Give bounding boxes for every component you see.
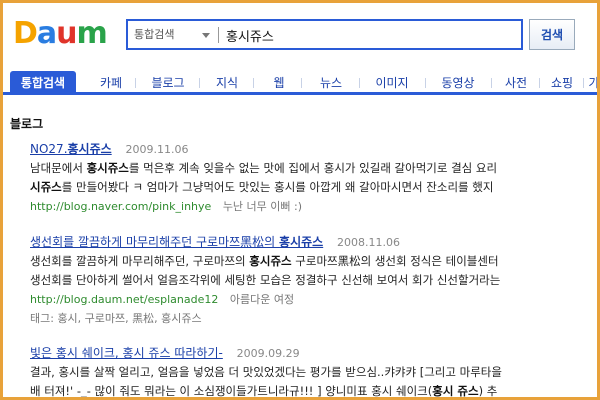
result-snippet-line: 생선회를 깔끔하게 마무리해주던, 구로마쯔의 홍시쥬스 구로마쯔黑松의 생선회… (30, 254, 499, 268)
result-author[interactable]: 아름다운 여정 (230, 293, 294, 306)
result-date: 2009.09.29 (236, 347, 300, 360)
tab-blog[interactable]: 블로그 (143, 71, 193, 95)
logo-letter-u: u (56, 16, 77, 51)
tab-divider (301, 78, 302, 88)
result-title-link[interactable]: 생선회를 깔끔하게 마무리해주던 구로마쯔黑松의 홍시쥬스 (30, 235, 323, 249)
result-snippet-line: 배 터져!' -_- 많이 줘도 뭐라는 이 소심쟁이들가트니라규!!! ] 양… (30, 384, 498, 397)
result-source: http://blog.naver.com/pink_inhye 누난 너무 이… (30, 197, 597, 216)
page-frame: Daum 통합검색 검색 통합검색 카페 블로그 지식 웹 뉴스 이미지 동영상… (3, 3, 597, 397)
tab-divider (135, 78, 136, 88)
tab-knowledge[interactable]: 지식 (209, 71, 245, 95)
tab-shopping[interactable]: 쇼핑 (545, 71, 579, 95)
tab-divider (539, 78, 540, 88)
result-item: NO27.홍시쥬스 2009.11.06 남대문에서 홍시쥬스를 먹은후 계속 … (30, 140, 597, 216)
result-snippet-line: 남대문에서 홍시쥬스를 먹은후 계속 잊을수 없는 맛에 집에서 홍시가 있길래… (30, 161, 498, 175)
tab-web[interactable]: 웹 (265, 71, 293, 95)
result-title-link[interactable]: NO27.홍시쥬스 (30, 142, 112, 156)
logo-letter-a: a (36, 16, 57, 51)
tab-cafe[interactable]: 카페 (91, 71, 131, 95)
search-scope-select[interactable]: 통합검색 (134, 26, 216, 44)
result-source: http://blog.daum.net/esplanade12 아름다운 여정 (30, 290, 597, 309)
search-input[interactable] (226, 25, 516, 45)
tab-more[interactable]: 가 (587, 71, 597, 95)
tab-dictionary[interactable]: 사전 (499, 71, 533, 95)
section-title-blog: 블로그 (10, 117, 44, 131)
result-author[interactable]: 누난 너무 이뻐 :) (223, 200, 302, 213)
result-date: 2009.11.06 (125, 143, 189, 156)
result-url-link[interactable]: http://blog.naver.com/pink_inhye (30, 200, 211, 213)
logo-letter-d: D (13, 16, 38, 51)
result-title-row: 생선회를 깔끔하게 마무리해주던 구로마쯔黑松의 홍시쥬스 2008.11.06 (30, 233, 597, 252)
tab-video[interactable]: 동영상 (433, 71, 483, 95)
result-snippet-line: 생선회를 단아하게 썰어서 얼음조각위에 세팅한 모습은 정결하구 신선해 보여… (30, 273, 501, 287)
result-title-link[interactable]: 빛은 홍시 쉐이크, 홍시 쥬스 따라하기- (30, 346, 223, 360)
tab-divider (359, 78, 360, 88)
search-button[interactable]: 검색 (529, 19, 575, 50)
daum-logo[interactable]: Daum (13, 16, 108, 51)
result-item: 빛은 홍시 쉐이크, 홍시 쥬스 따라하기- 2009.09.29 결과, 홍시… (30, 344, 597, 397)
tab-divider (425, 78, 426, 88)
result-snippet-line: 결과, 홍시를 살짝 얼리고, 얼음을 넣었음 더 맛있었겠다는 평가를 받으심… (30, 365, 502, 379)
tab-divider (583, 78, 584, 88)
tab-image[interactable]: 이미지 (367, 71, 417, 95)
chevron-down-icon (202, 33, 210, 38)
result-title-row: 빛은 홍시 쉐이크, 홍시 쥬스 따라하기- 2009.09.29 (30, 344, 597, 363)
logo-letter-m: m (76, 16, 108, 51)
tab-divider (253, 78, 254, 88)
search-tabs: 통합검색 카페 블로그 지식 웹 뉴스 이미지 동영상 사전 쇼핑 가 (3, 67, 597, 95)
search-scope-label: 통합검색 (134, 28, 175, 41)
tab-divider (199, 78, 200, 88)
search-box: 통합검색 (126, 19, 523, 50)
result-date: 2008.11.06 (337, 236, 401, 249)
tab-integrated[interactable]: 통합검색 (10, 71, 76, 95)
result-url-link[interactable]: http://blog.daum.net/esplanade12 (30, 293, 218, 306)
tab-news[interactable]: 뉴스 (311, 71, 351, 95)
result-item: 생선회를 깔끔하게 마무리해주던 구로마쯔黑松의 홍시쥬스 2008.11.06… (30, 233, 597, 328)
scope-divider (218, 27, 219, 43)
result-snippet-line: 시쥬스를 만들어봤다 ㅋ 엄마가 그냥먹어도 맛있는 홍시를 아깝게 왜 갈아마… (30, 180, 494, 194)
result-title-row: NO27.홍시쥬스 2009.11.06 (30, 140, 597, 159)
tab-divider (491, 78, 492, 88)
result-tags[interactable]: 태그: 홍시, 구로마쯔, 黑松, 홍시쥬스 (30, 309, 597, 328)
